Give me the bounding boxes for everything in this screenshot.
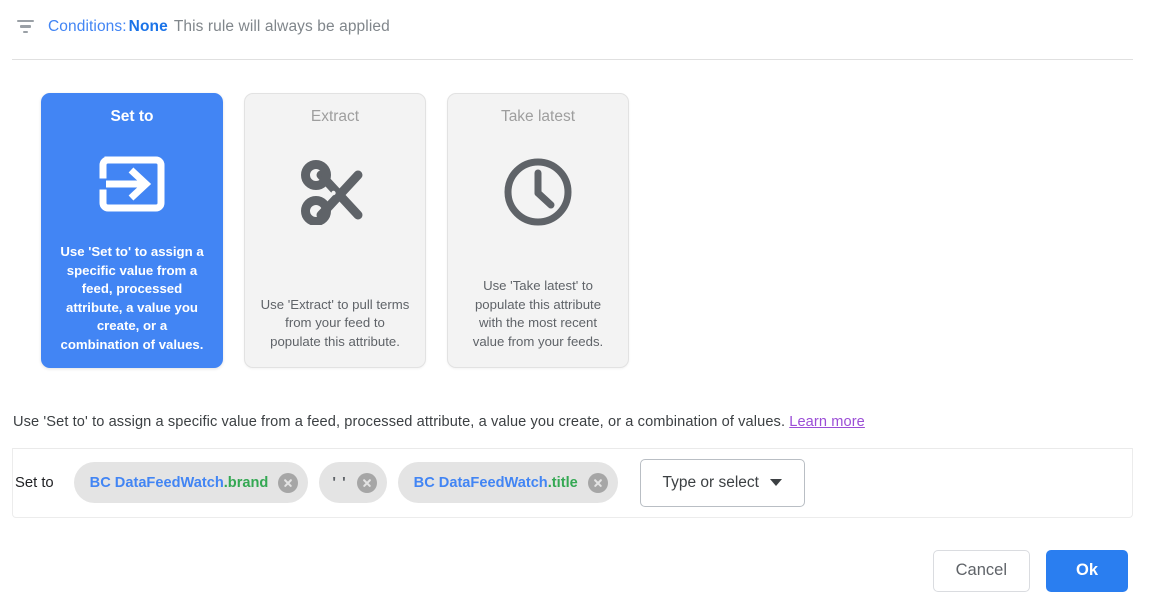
clock-icon <box>502 153 574 231</box>
value-chip-brand-remove-icon[interactable] <box>278 472 299 493</box>
conditions-row[interactable]: Conditions: None This rule will always be … <box>0 0 1158 53</box>
card-extract-description: Use 'Extract' to pull terms from your fe… <box>260 296 410 349</box>
header-divider <box>12 59 1133 60</box>
filter-icon <box>14 16 36 38</box>
value-row: Set to BC DataFeedWatch.brand ' ' BC Dat… <box>12 448 1133 518</box>
conditions-value[interactable]: None <box>129 18 168 35</box>
card-set-to[interactable]: Set to Use 'Set to' to assign a specific… <box>41 93 223 368</box>
value-chip-list: BC DataFeedWatch.brand ' ' BC DataFeedWa… <box>73 462 618 503</box>
card-take-latest-description: Use 'Take latest' to populate this attri… <box>472 278 604 349</box>
rule-description-line: Use 'Set to' to assign a specific value … <box>13 414 865 430</box>
rule-editor-panel: Conditions: None This rule will always be … <box>0 0 1158 609</box>
value-chip-title-attribute: .title <box>547 474 578 491</box>
type-or-select-placeholder: Type or select <box>662 473 759 491</box>
value-chip-space-literal-remove-icon[interactable] <box>356 472 377 493</box>
value-chip-brand[interactable]: BC DataFeedWatch.brand <box>73 462 309 503</box>
scissors-icon <box>300 153 370 231</box>
value-chip-brand-text: BC DataFeedWatch.brand <box>90 475 269 491</box>
arrow-into-box-icon <box>98 153 166 215</box>
value-chip-title-remove-icon[interactable] <box>587 472 608 493</box>
card-extract-title: Extract <box>310 108 360 125</box>
card-take-latest[interactable]: Take latest Use 'Take latest' to populat… <box>447 93 629 368</box>
value-chip-space-literal-text: ' ' <box>332 474 347 491</box>
value-chip-title-source: BC DataFeedWatch <box>413 474 548 491</box>
value-chip-title-text: BC DataFeedWatch.title <box>414 475 578 491</box>
conditions-label: Conditions: <box>48 17 127 35</box>
value-chip-title[interactable]: BC DataFeedWatch.title <box>397 462 618 503</box>
value-chip-brand-attribute: .brand <box>223 474 269 491</box>
conditions-description: This rule will always be applied <box>173 17 390 35</box>
learn-more-link[interactable]: Learn more <box>789 414 865 430</box>
value-chip-space-literal[interactable]: ' ' <box>319 462 387 503</box>
card-set-to-description: Use 'Set to' to assign a specific value … <box>60 244 204 352</box>
footer-actions: Cancel Ok <box>0 532 1158 609</box>
card-set-to-title: Set to <box>110 108 154 125</box>
conditions-text: Conditions: None This rule will always be … <box>48 18 390 36</box>
type-or-select-dropdown[interactable]: Type or select <box>639 458 805 507</box>
rule-type-cards: Set to Use 'Set to' to assign a specific… <box>41 93 629 368</box>
cancel-button[interactable]: Cancel <box>932 549 1030 592</box>
value-chip-brand-source: BC DataFeedWatch <box>89 474 224 491</box>
card-take-latest-title: Take latest <box>500 108 576 125</box>
ok-button[interactable]: Ok <box>1046 549 1128 592</box>
card-extract[interactable]: Extract Use 'Extract' to pull terms from… <box>244 93 426 368</box>
rule-description-text: Use 'Set to' to assign a specific value … <box>13 414 786 430</box>
chevron-down-icon <box>769 479 782 486</box>
value-row-label: Set to <box>15 474 54 491</box>
